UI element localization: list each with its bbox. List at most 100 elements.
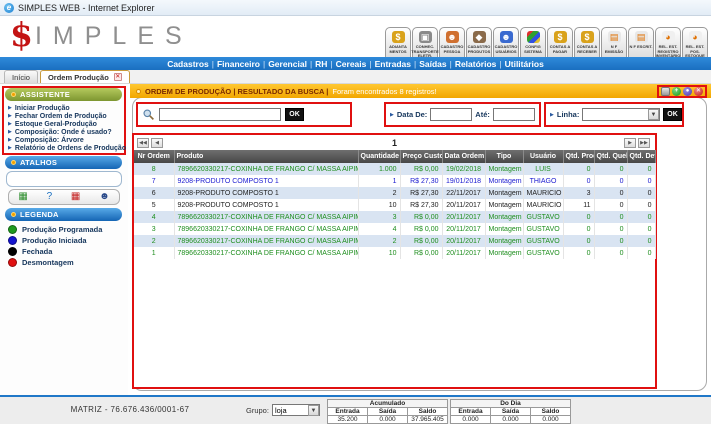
arrow-icon: ▶ [8, 113, 12, 119]
cell-usuario: LUIS [523, 163, 563, 175]
sidebar-item-composi-o-rvore[interactable]: ▶Composição: Árvore [8, 136, 126, 144]
table-row[interactable]: 69208-PRODUTO COMPOSTO 12R$ 27,3022/11/2… [134, 187, 655, 199]
sidebar-item-iniciar-produ-o[interactable]: ▶Iniciar Produção [8, 104, 126, 112]
cell-qtd: 4 [358, 223, 400, 235]
cell-prod: 0 [563, 247, 594, 259]
cell-nr: 5 [134, 199, 174, 211]
legend-color-dot [8, 247, 17, 256]
table-row[interactable]: 37896620330217-COXINHA DE FRANGO C/ MASS… [134, 223, 655, 235]
table-row[interactable]: 79208-PRODUTO COMPOSTO 11R$ 27,3019/01/2… [134, 175, 655, 187]
cell-defeito: 0 [627, 211, 655, 223]
column-header-nr-ordem: Nr Ordem [134, 150, 174, 163]
cell-nr: 3 [134, 223, 174, 235]
acumulado-header: Saldo [408, 408, 448, 416]
cell-prod: 0 [563, 163, 594, 175]
column-header-qtd-defeito: Qtd. Defeito [627, 150, 655, 163]
cell-prod: 0 [563, 235, 594, 247]
arrow-icon: ▶ [8, 121, 12, 127]
menu-item-financeiro[interactable]: Financeiro [214, 59, 263, 69]
column-header-pre-o-custo: Preço Custo [400, 150, 442, 163]
sidebar-item-estoque-geral-produ-o[interactable]: ▶Estoque Geral-Produção [8, 120, 126, 128]
menu-item-cadastros[interactable]: Cadastros [164, 59, 212, 69]
table-row[interactable]: 59208-PRODUTO COMPOSTO 110R$ 27,3020/11/… [134, 199, 655, 211]
acumulado-value: 35.200 [328, 416, 368, 424]
table-row[interactable]: 17896620330217-COXINHA DE FRANGO C/ MASS… [134, 247, 655, 259]
cell-data: 20/11/2017 [442, 247, 485, 259]
search-ok-button[interactable]: OK [285, 108, 304, 121]
cell-preco: R$ 27,30 [400, 175, 442, 187]
menu-item-utilit-rios[interactable]: Utilitários [502, 59, 547, 69]
cell-usuario: GUSTAVO [523, 223, 563, 235]
menu-item-cereais[interactable]: Cereais [333, 59, 370, 69]
search-icon [142, 108, 155, 121]
add-icon[interactable]: + [672, 87, 681, 96]
sidebar-item-relat-rio-de-ordens-de-produ-o[interactable]: ▶Relatório de Ordens de Produção [8, 144, 126, 152]
cell-prod: 0 [563, 223, 594, 235]
help-icon[interactable]: ? [47, 191, 53, 203]
menu-item-relat-rios[interactable]: Relatórios [452, 59, 500, 69]
data-de-input[interactable] [430, 108, 472, 121]
tab-label: Ordem Produção [48, 73, 109, 82]
menu-item-rh[interactable]: RH [312, 59, 330, 69]
cell-defeito: 0 [627, 247, 655, 259]
tab-ordem-produ-o[interactable]: Ordem Produção ✕ [40, 70, 130, 83]
atalhos-title: ATALHOS [20, 158, 57, 167]
user-icon[interactable]: ☻ [99, 191, 110, 203]
cell-produto: 7896620330217-COXINHA DE FRANGO C/ MASSA… [174, 235, 358, 247]
sidebar-item-label: Composição: Árvore [15, 137, 84, 144]
menu-item-sa-das[interactable]: Saídas [416, 59, 449, 69]
cell-produto: 7896620330217-COXINHA DE FRANGO C/ MASSA… [174, 163, 358, 175]
search-input[interactable] [159, 108, 281, 121]
atalhos-header: ATALHOS [5, 156, 122, 169]
grupo-select[interactable]: loja ▼ [272, 404, 320, 416]
calculator-icon[interactable]: ▦ [18, 191, 27, 203]
cell-usuario: MAURICIO [523, 187, 563, 199]
cell-usuario: MAURICIO [523, 199, 563, 211]
brand-band: $ IMPLES $ADIANTA MENTOS▣CONHEC. TRANSPO… [0, 16, 711, 57]
toolbar-button-label: N F ESCRIT. [630, 45, 653, 50]
tab-in-cio[interactable]: Início [4, 70, 38, 83]
linha-filter-group: ▶ Linha: ▼ OK [544, 102, 684, 127]
page-number: 1 [134, 138, 655, 148]
toolbar-button-label: ADIANTA MENTOS [386, 45, 410, 54]
tab-close-icon[interactable]: ✕ [114, 73, 122, 81]
linha-ok-button[interactable]: OK [663, 108, 682, 121]
cell-defeito: 0 [627, 235, 655, 247]
menu-item-gerencial[interactable]: Gerencial [265, 59, 310, 69]
menu-item-entradas[interactable]: Entradas [372, 59, 414, 69]
cell-tipo: Montagem [485, 247, 523, 259]
cell-produto: 7896620330217-COXINHA DE FRANGO C/ MASSA… [174, 211, 358, 223]
pie-icon: ◕ [689, 31, 702, 43]
window-title: SIMPLES WEB - Internet Explorer [18, 3, 155, 13]
company-id: MATRIZ - 76.676.436/0001-67 [40, 405, 220, 414]
printer-icon[interactable] [661, 87, 670, 96]
cell-qtd: 1 [358, 175, 400, 187]
results-panel: 1 ◀◀ ◀ ▶ ▶▶ Nr OrdemProdutoQuantidadePre… [132, 133, 657, 389]
sidebar-item-composi-o-onde-usado-[interactable]: ▶Composição: Onde é usado? [8, 128, 126, 136]
bullet-icon [11, 92, 16, 97]
user-icon: ☻ [500, 31, 513, 43]
ate-input[interactable] [493, 108, 535, 121]
table-row[interactable]: 27896620330217-COXINHA DE FRANGO C/ MASS… [134, 235, 655, 247]
calendar-icon[interactable]: ▦ [71, 191, 80, 203]
close-icon[interactable]: ✕ [694, 87, 703, 96]
do-dia-value: 0.000 [491, 416, 531, 424]
linha-label: Linha: [557, 110, 580, 119]
cell-preco: R$ 27,30 [400, 199, 442, 211]
sidebar-item-fechar-ordem-de-produ-o[interactable]: ▶Fechar Ordem de Produção [8, 112, 126, 120]
legend-label: Fechada [22, 247, 52, 256]
truck-icon: ▣ [419, 31, 432, 43]
do-dia-header: Entrada [451, 408, 491, 416]
pie-icon: ◕ [662, 31, 675, 43]
bullet-icon [11, 212, 16, 217]
edit-icon[interactable]: ● [683, 87, 692, 96]
cell-tipo: Montagem [485, 235, 523, 247]
table-row[interactable]: 47896620330217-COXINHA DE FRANGO C/ MASS… [134, 211, 655, 223]
cell-tipo: Montagem [485, 187, 523, 199]
table-row[interactable]: 87896620330217-COXINHA DE FRANGO C/ MASS… [134, 163, 655, 175]
cell-quebra: 0 [594, 163, 627, 175]
acumulado-title: Acumulado [328, 400, 448, 408]
linha-select[interactable]: ▼ [582, 108, 660, 121]
app-logo: $ IMPLES [10, 17, 193, 55]
cell-qtd: 2 [358, 235, 400, 247]
